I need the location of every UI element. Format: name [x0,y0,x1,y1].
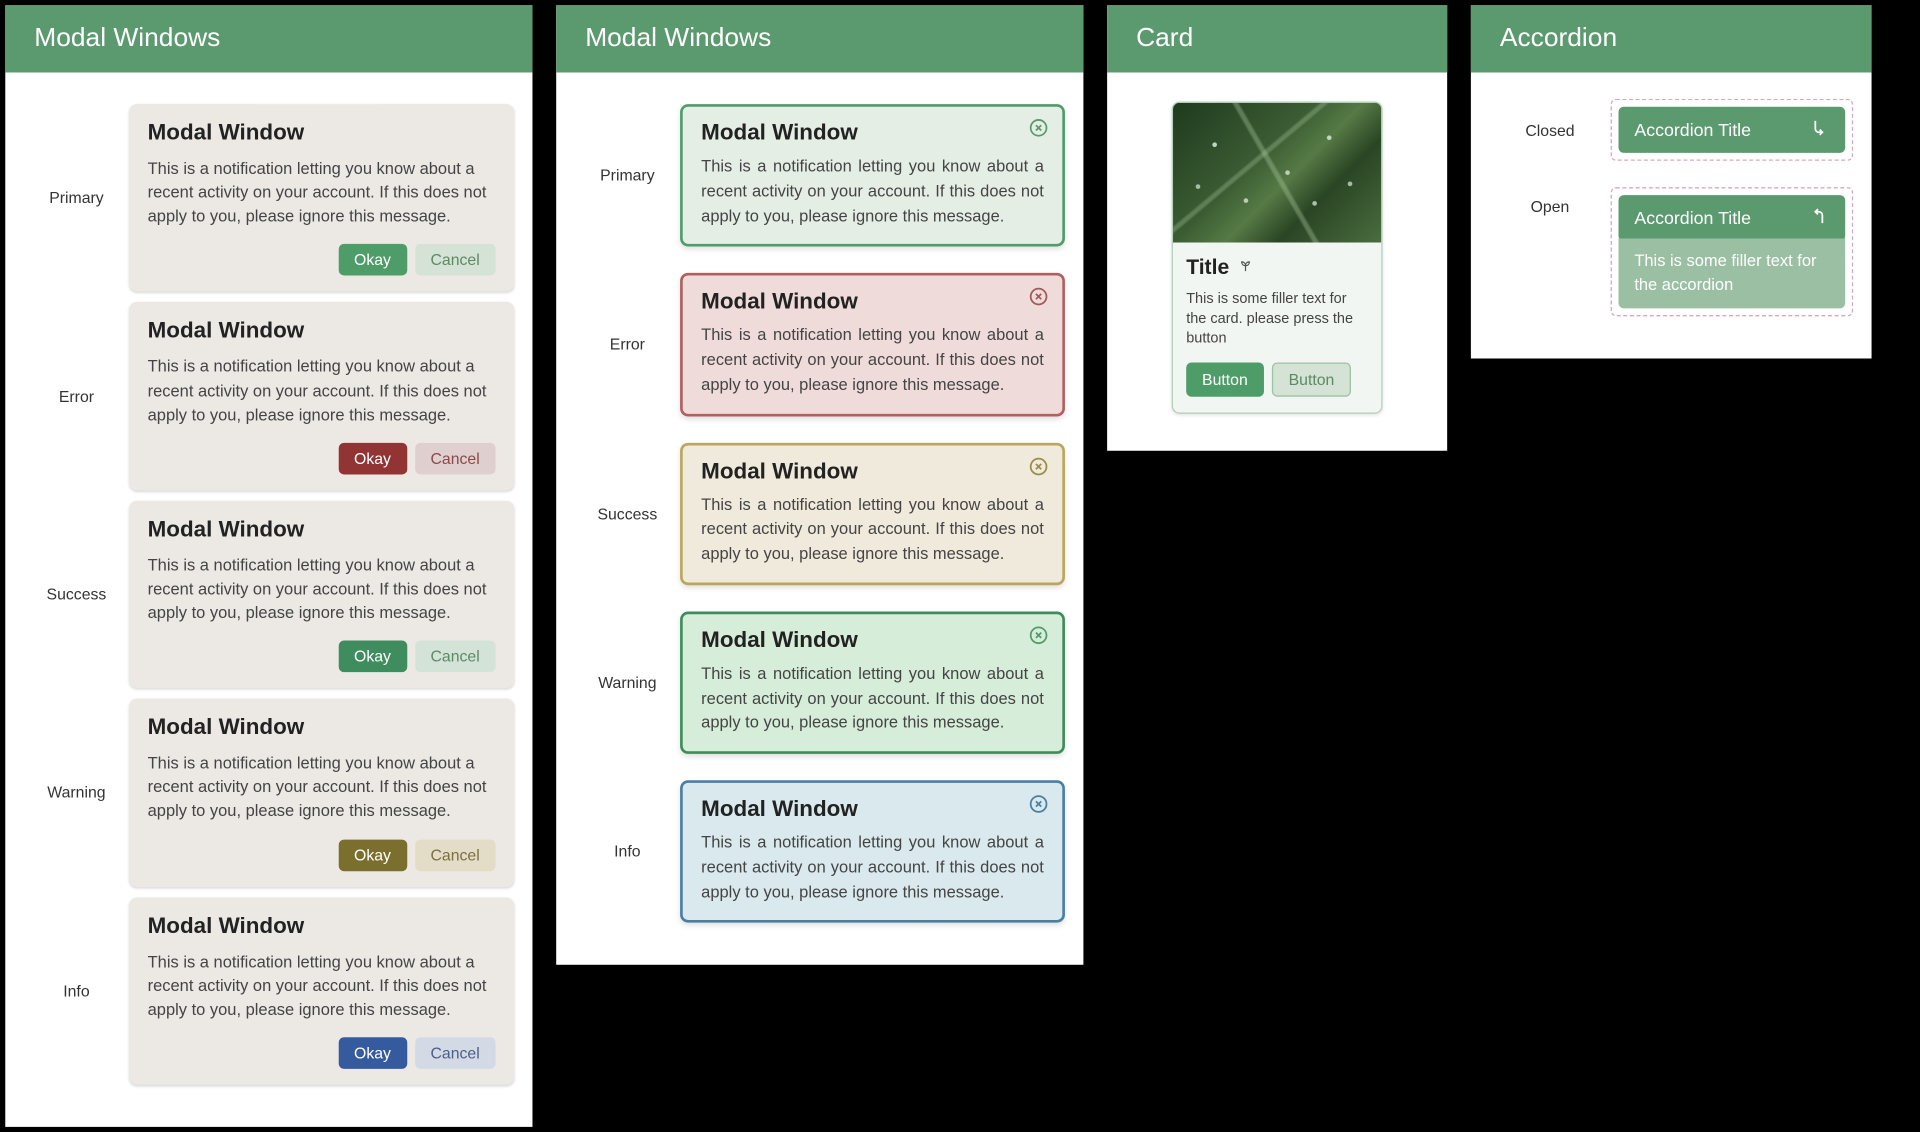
toast-heading: Modal Window [701,289,1044,315]
toast-body-text: This is a notification letting you know … [701,154,1044,228]
toast-primary: Modal Window This is a notification letti… [680,104,1065,247]
variant-label: Info [24,981,129,999]
card-button-secondary[interactable]: Button [1271,362,1351,396]
panel-title: Accordion [1471,5,1872,72]
toast-body-text: This is a notification letting you know … [701,323,1044,397]
modal-heading: Modal Window [148,318,496,344]
close-icon[interactable] [1028,117,1049,138]
modal-warning: Modal Window This is a notification letti… [129,699,514,887]
card-title-text: Title [1186,256,1229,280]
variant-label: Success [575,504,680,522]
accordion-title: Accordion Title [1634,120,1751,140]
toast-heading: Modal Window [701,627,1044,653]
modal-body-text: This is a notification letting you know … [148,950,496,1022]
modal-heading: Modal Window [148,516,496,542]
panel-body: Primary Modal Window This is a notificatio… [5,72,532,1126]
toast-success: Modal Window This is a notification letti… [680,442,1065,585]
card-text: This is some filler text for the card. p… [1186,290,1368,349]
modal-primary: Modal Window This is a notification letti… [129,104,514,292]
accordion-content: This is some filler text for the accordi… [1619,239,1846,309]
panel-title: Modal Windows [5,5,532,72]
okay-button[interactable]: Okay [338,244,407,276]
variant-label: Error [575,335,680,353]
toast-body-text: This is a notification letting you know … [701,492,1044,566]
cancel-button[interactable]: Cancel [415,443,496,475]
toast-error: Modal Window This is a notification letti… [680,273,1065,416]
variant-label: Info [575,842,680,860]
close-icon[interactable] [1028,286,1049,307]
variant-label: Success [24,585,129,603]
modal-success: Modal Window This is a notification letti… [129,501,514,689]
panel-title: Modal Windows [556,5,1083,72]
accordion-demo-closed: Accordion Title [1611,99,1854,161]
panel-body: Primary Modal Window This is a notificatio… [556,72,1083,965]
seedling-icon [1236,256,1254,281]
toast-heading: Modal Window [701,458,1044,484]
panel-title: Card [1107,5,1447,72]
okay-button[interactable]: Okay [338,1037,407,1069]
modal-buttons: OkayCancel [148,244,496,276]
panel-body: Title This is some filler text for the c… [1107,72,1447,450]
okay-button[interactable]: Okay [338,641,407,673]
accordion-title: Accordion Title [1634,208,1751,228]
card-image [1173,103,1381,243]
modal-error: Modal Window This is a notification letti… [129,302,514,490]
variant-label: Error [24,387,129,405]
toast-heading: Modal Window [701,796,1044,822]
okay-button[interactable]: Okay [338,443,407,475]
variant-label: Primary [24,189,129,207]
accordion-header[interactable]: Accordion Title [1619,107,1846,153]
accordion-demo-open: Accordion Title This is some filler text… [1611,187,1854,316]
variant-label: Primary [575,166,680,184]
modal-heading: Modal Window [148,715,496,741]
modal-heading: Modal Window [148,913,496,939]
expand-icon [1808,117,1829,142]
modal-buttons: OkayCancel [148,1037,496,1069]
collapse-icon [1808,206,1829,231]
okay-button[interactable]: Okay [338,839,407,871]
accordion-state-label: Closed [1489,121,1610,139]
panel-accordion: Accordion Closed Accordion Title [1471,5,1872,358]
cancel-button[interactable]: Cancel [415,1037,496,1069]
toast-warning: Modal Window This is a notification letti… [680,611,1065,754]
modal-body-text: This is a notification letting you know … [148,751,496,823]
modal-body-text: This is a notification letting you know … [148,355,496,427]
card-body: Title This is some filler text for the c… [1173,243,1381,412]
toast-body-text: This is a notification letting you know … [701,830,1044,904]
card-button-primary[interactable]: Button [1186,362,1263,396]
accordion-header[interactable]: Accordion Title [1619,195,1846,241]
modal-buttons: OkayCancel [148,641,496,673]
toast-body-text: This is a notification letting you know … [701,661,1044,735]
panel-modal-toasts: Modal Windows Primary Modal Window This is… [556,5,1083,965]
close-icon[interactable] [1028,624,1049,645]
panel-card: Card Title This is some filler text for … [1107,5,1447,450]
modal-heading: Modal Window [148,120,496,146]
close-icon[interactable] [1028,455,1049,476]
cancel-button[interactable]: Cancel [415,244,496,276]
toast-heading: Modal Window [701,120,1044,146]
accordion-state-label: Open [1489,187,1610,216]
card: Title This is some filler text for the c… [1172,101,1383,413]
card-title: Title [1186,256,1368,281]
card-buttons: Button Button [1186,362,1368,396]
close-icon[interactable] [1028,793,1049,814]
modal-body-text: This is a notification letting you know … [148,553,496,625]
panel-modal-buttons: Modal Windows Primary Modal Window This is… [5,5,532,1126]
panel-body: Closed Accordion Title Open [1471,72,1872,358]
toast-info: Modal Window This is a notification letti… [680,780,1065,923]
variant-label: Warning [575,673,680,691]
modal-buttons: OkayCancel [148,443,496,475]
modal-body-text: This is a notification letting you know … [148,157,496,229]
modal-info: Modal Window This is a notification letti… [129,897,514,1085]
cancel-button[interactable]: Cancel [415,839,496,871]
modal-buttons: OkayCancel [148,839,496,871]
variant-label: Warning [24,783,129,801]
cancel-button[interactable]: Cancel [415,641,496,673]
